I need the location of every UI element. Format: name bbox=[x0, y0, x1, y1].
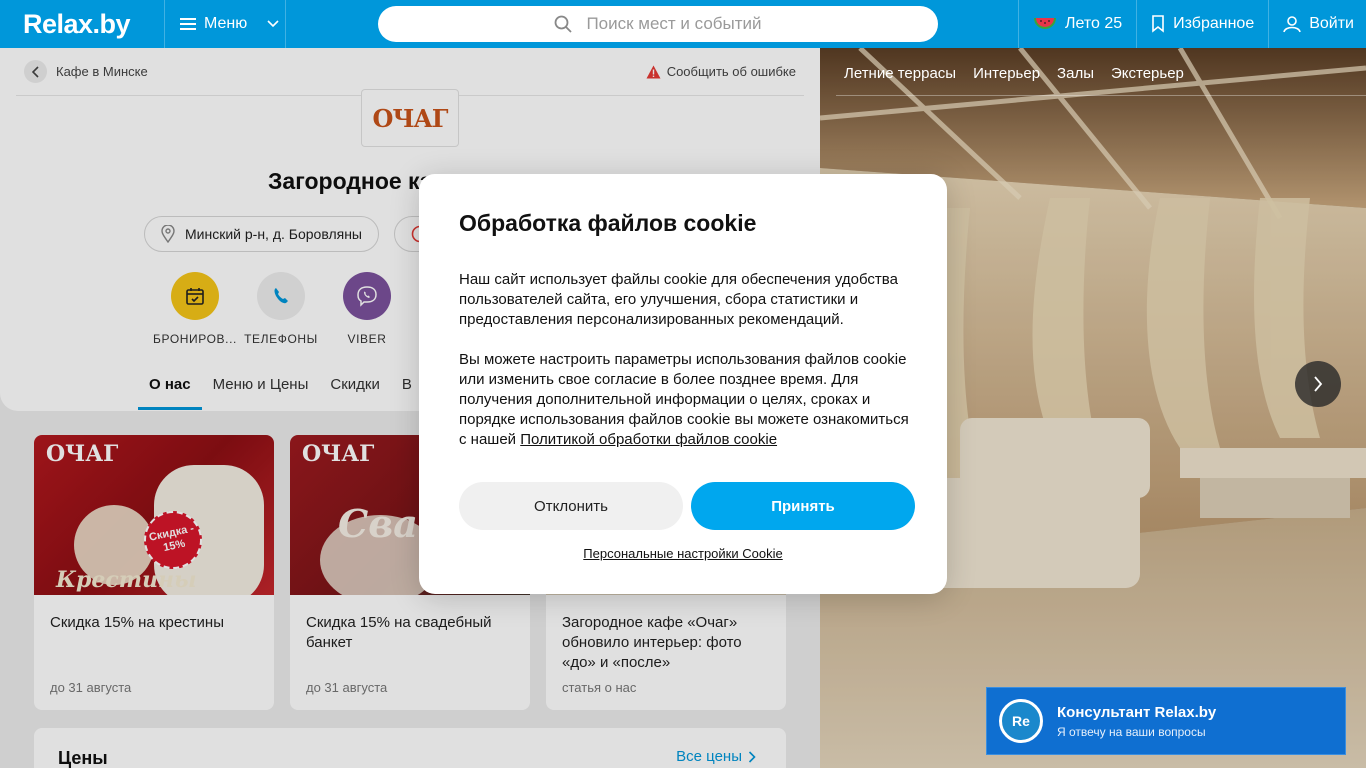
consultant-avatar: Re bbox=[999, 699, 1043, 743]
menu-label: Меню bbox=[204, 15, 248, 32]
photo-tab-exterior[interactable]: Экстерьер bbox=[1111, 65, 1184, 82]
bookmark-icon bbox=[1152, 15, 1164, 33]
menu-button[interactable]: Меню bbox=[165, 0, 285, 48]
search-input[interactable]: Поиск мест и событий bbox=[378, 6, 938, 42]
top-header: Relax.by Меню Поиск мест и событий Лето … bbox=[0, 0, 1366, 48]
summer-label: Лето 25 bbox=[1064, 15, 1123, 32]
hamburger-icon bbox=[180, 18, 196, 30]
search-placeholder: Поиск мест и событий bbox=[586, 14, 762, 33]
login-label: Войти bbox=[1309, 15, 1354, 32]
next-photo-button[interactable] bbox=[1295, 361, 1341, 407]
cookie-settings-link[interactable]: Персональные настройки Cookie bbox=[419, 546, 947, 561]
chevron-right-icon bbox=[1314, 376, 1323, 392]
summer-link[interactable]: Лето 25 bbox=[1017, 0, 1136, 48]
favorites-label: Избранное bbox=[1173, 15, 1255, 32]
photo-tab-halls[interactable]: Залы bbox=[1057, 65, 1094, 82]
photo-tab-terraces[interactable]: Летние террасы bbox=[844, 65, 956, 82]
search-icon bbox=[555, 15, 573, 33]
consultant-title: Консультант Relax.by bbox=[1057, 703, 1217, 721]
cookie-modal-title: Обработка файлов cookie bbox=[459, 210, 757, 236]
consultant-subtitle: Я отвечу на ваши вопросы bbox=[1057, 724, 1206, 739]
chevron-down-icon bbox=[267, 20, 279, 28]
cookie-modal-text: Вы можете настроить параметры использова… bbox=[459, 350, 915, 450]
favorites-link[interactable]: Избранное bbox=[1136, 0, 1268, 48]
cookie-policy-link[interactable]: Политикой обработки файлов cookie bbox=[520, 431, 777, 448]
login-link[interactable]: Войти bbox=[1268, 0, 1366, 48]
watermelon-icon bbox=[1033, 18, 1056, 29]
consultant-chat-widget[interactable]: Re Консультант Relax.by Я отвечу на ваши… bbox=[986, 687, 1346, 755]
photo-tabs: Летние террасы Интерьер Залы Экстерьер bbox=[844, 65, 1184, 82]
photo-tabs-divider bbox=[836, 95, 1366, 96]
header-separator bbox=[285, 0, 286, 48]
user-icon bbox=[1283, 16, 1302, 33]
cookie-consent-modal: Обработка файлов cookie Наш сайт использ… bbox=[419, 174, 947, 594]
decline-button[interactable]: Отклонить bbox=[459, 482, 683, 530]
photo-tab-interior[interactable]: Интерьер bbox=[973, 65, 1040, 82]
site-logo[interactable]: Relax.by bbox=[0, 0, 164, 48]
cookie-modal-text: Наш сайт использует файлы cookie для обе… bbox=[459, 271, 898, 328]
accept-button[interactable]: Принять bbox=[691, 482, 915, 530]
